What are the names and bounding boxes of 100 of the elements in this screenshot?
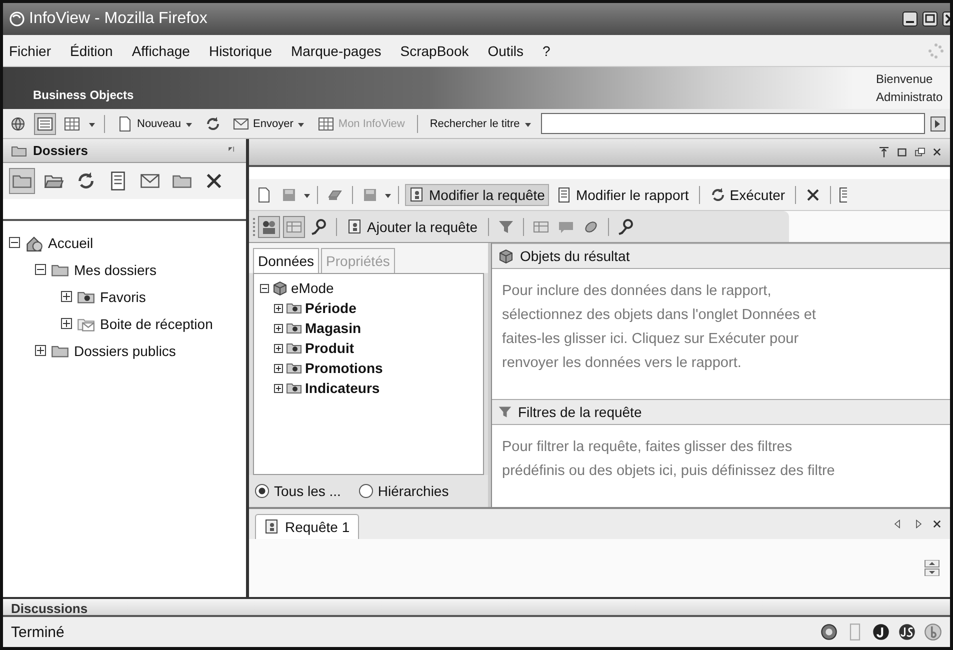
- sql-icon: [618, 218, 634, 234]
- properties-icon: [108, 171, 128, 191]
- new-document-icon: [256, 186, 272, 202]
- collapse-icon[interactable]: [9, 237, 20, 248]
- menu-item[interactable]: Historique: [208, 42, 272, 58]
- expand-icon[interactable]: [35, 345, 46, 356]
- expand-icon[interactable]: [274, 384, 283, 392]
- new-button[interactable]: Nouveau: [113, 112, 198, 134]
- logo: Business Objects: [33, 88, 134, 102]
- js-icon[interactable]: [898, 623, 916, 641]
- section-title: Objets du résultat: [520, 248, 630, 264]
- grid-view-icon: [64, 116, 80, 132]
- expand-icon[interactable]: [274, 344, 283, 352]
- list-view-button[interactable]: [34, 112, 56, 134]
- sidebar-title: Discussions: [11, 601, 88, 616]
- window-title: InfoView - Mozilla Firefox: [29, 10, 208, 28]
- refresh-icon: [205, 116, 222, 132]
- tree-item[interactable]: Favoris: [100, 288, 146, 304]
- expand-icon[interactable]: [61, 291, 72, 302]
- radio-button[interactable]: [358, 484, 373, 498]
- list-view-icon: [37, 116, 53, 132]
- loading-icon: [928, 42, 944, 58]
- radio-button[interactable]: [255, 484, 269, 498]
- go-icon[interactable]: [930, 116, 946, 132]
- tree-item[interactable]: Produit: [305, 340, 354, 356]
- collapse-icon[interactable]: [35, 264, 46, 275]
- universe-icon: [498, 248, 514, 264]
- expand-icon[interactable]: [274, 324, 283, 332]
- envelope-icon: [233, 116, 250, 132]
- close-icon[interactable]: [932, 147, 942, 157]
- run-button[interactable]: Exécuter: [706, 184, 790, 206]
- expand-icon[interactable]: [274, 304, 283, 312]
- panel-title: Dossiers: [33, 143, 88, 158]
- minimize-icon[interactable]: [902, 11, 918, 27]
- scroll-arrows-icon[interactable]: [924, 560, 940, 576]
- menu-item[interactable]: ScrapBook: [400, 42, 469, 58]
- status-text: Terminé: [11, 624, 64, 640]
- radio-label: Hiérarchies: [378, 483, 449, 499]
- maximize-icon[interactable]: [896, 146, 908, 158]
- pin-icon[interactable]: [878, 146, 890, 158]
- query-icon: [347, 218, 363, 234]
- tree-item[interactable]: Promotions: [305, 360, 383, 376]
- expand-icon[interactable]: [61, 318, 72, 329]
- b-icon[interactable]: [924, 623, 942, 641]
- filter-icon: [498, 218, 514, 234]
- search-title-dropdown[interactable]: Rechercher le titre: [426, 114, 536, 132]
- data-view-icon: [261, 218, 277, 234]
- add-query-button[interactable]: Ajouter la requête: [343, 216, 482, 238]
- menu-item[interactable]: Outils: [488, 42, 524, 58]
- document-icon: [556, 186, 572, 202]
- send-button[interactable]: Envoyer: [229, 112, 310, 134]
- tree-item[interactable]: Accueil: [48, 234, 94, 250]
- page-icon: [117, 116, 133, 132]
- delete-icon: [204, 171, 224, 191]
- save-icon: [281, 186, 297, 202]
- table-icon: [532, 218, 549, 234]
- filter-icon: [498, 405, 512, 419]
- menu-item[interactable]: Fichier: [9, 42, 52, 58]
- welcome-text: Bienvenue: [876, 71, 933, 88]
- refresh-icon: [710, 186, 726, 202]
- tree-item[interactable]: Indicateurs: [305, 380, 380, 396]
- welcome-text: Administrato: [876, 89, 943, 106]
- firefox-icon: [9, 11, 25, 27]
- maximize-icon[interactable]: [922, 11, 938, 27]
- universe-icon: [272, 280, 288, 296]
- query-tab[interactable]: Requête 1: [255, 514, 359, 539]
- result-view-icon: [286, 218, 302, 234]
- hint-text: Pour filtrer la requête, faites glisser des filtres prédéfinis ou des objets ici, puis définissez des filtre: [502, 438, 836, 481]
- data-view-button[interactable]: [258, 216, 280, 238]
- grid-icon: [318, 116, 334, 132]
- folder-button[interactable]: [9, 168, 35, 194]
- tree-item[interactable]: Magasin: [305, 320, 362, 336]
- expand-icon[interactable]: [274, 364, 283, 372]
- panel-tab[interactable]: Données: [253, 248, 320, 273]
- menu-item[interactable]: Marque-pages: [290, 42, 382, 58]
- tree-item[interactable]: eMode: [291, 280, 334, 296]
- refresh-icon: [76, 171, 96, 191]
- section-title: Filtres de la requête: [518, 404, 642, 420]
- edit-query-tab[interactable]: Modifier la requête: [405, 184, 549, 206]
- query-icon: [409, 186, 425, 202]
- j-icon[interactable]: [872, 623, 890, 641]
- hint-text: Pour inclure des données dans le rapport, sélectionnez des objets dans l'onglet Données et faites-les glisser ici. Cliquez sur Exécuter pour renvoyer les données vers le rapport.: [502, 282, 817, 373]
- menu-item[interactable]: Affichage: [132, 42, 190, 58]
- radio-label: Tous les ...: [274, 483, 341, 499]
- restore-icon[interactable]: [914, 146, 926, 158]
- dial-icon[interactable]: [820, 623, 838, 641]
- menu-item[interactable]: Édition: [70, 42, 113, 58]
- tree-item[interactable]: Période: [305, 300, 356, 316]
- query-icon: [264, 519, 280, 535]
- collapse-icon[interactable]: [260, 284, 269, 292]
- tree-item[interactable]: Mes dossiers: [74, 262, 156, 278]
- search-field[interactable]: [540, 113, 925, 134]
- move-icon: [140, 171, 160, 191]
- tree-item[interactable]: Dossiers publics: [74, 342, 176, 358]
- close-icon[interactable]: [932, 519, 942, 529]
- cancel-icon: [805, 186, 822, 202]
- menu-item[interactable]: ?: [542, 42, 550, 58]
- tree-item[interactable]: Boite de réception: [100, 316, 213, 332]
- edit-report-tab[interactable]: Modifier le rapport: [552, 184, 693, 206]
- home-icon: [10, 116, 26, 132]
